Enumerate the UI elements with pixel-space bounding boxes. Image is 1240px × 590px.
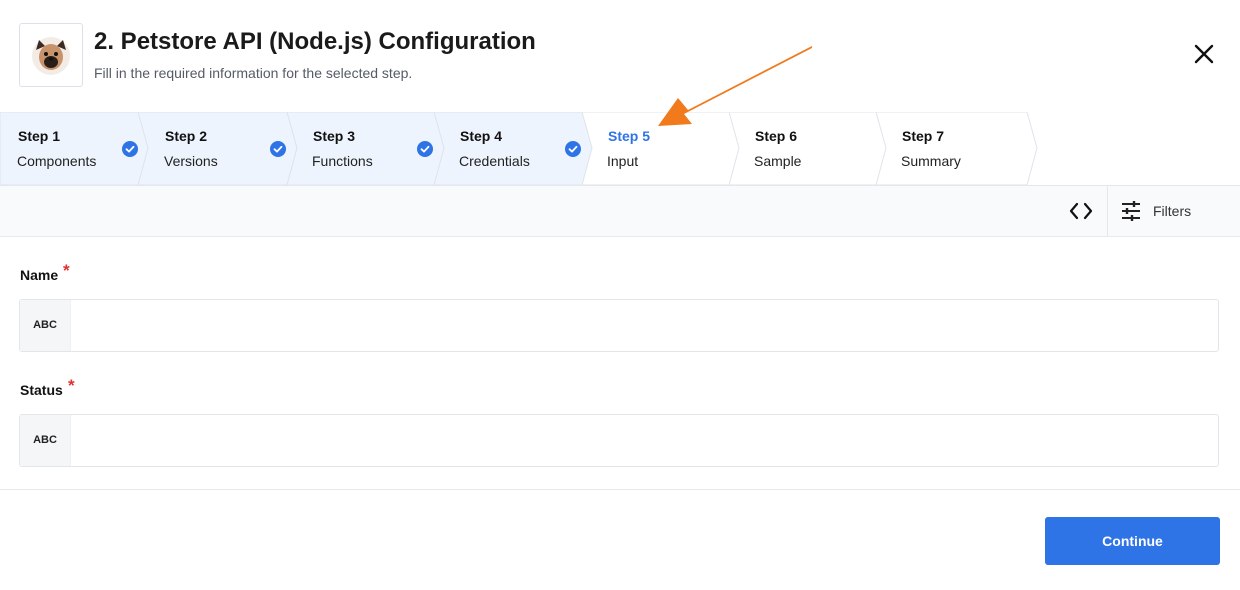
text-type-badge: ABC — [20, 415, 71, 466]
step-3-functions[interactable]: Step 3 Functions — [287, 112, 447, 185]
code-view-button[interactable] — [1056, 186, 1106, 236]
filters-label: Filters — [1153, 203, 1192, 219]
step-label: Input — [607, 153, 639, 169]
required-asterisk: * — [63, 261, 70, 280]
step-chevron-shape — [876, 112, 1038, 185]
form-toolbar: Filters — [0, 186, 1240, 237]
step-label: Credentials — [459, 153, 530, 169]
step-chevron-shape — [582, 112, 742, 185]
step-7-summary[interactable]: Step 7 Summary — [876, 112, 1040, 185]
required-asterisk: * — [68, 376, 75, 395]
component-avatar — [19, 23, 83, 87]
name-field-label: Name — [20, 267, 59, 283]
step-2-versions[interactable]: Step 2 Versions — [138, 112, 298, 185]
step-number: Step 2 — [165, 128, 208, 144]
check-circle-icon — [565, 141, 581, 157]
status-input[interactable] — [71, 415, 1211, 464]
status-field: ABC — [19, 414, 1219, 467]
step-label: Components — [17, 153, 97, 169]
text-type-badge: ABC — [20, 300, 71, 351]
step-number: Step 7 — [902, 128, 945, 144]
step-number: Step 6 — [755, 128, 798, 144]
code-brackets-icon — [1069, 202, 1093, 220]
name-input[interactable] — [71, 300, 1211, 349]
stepper: Step 1 Components Step 2 Versions Step 3… — [0, 112, 1240, 186]
check-circle-icon — [122, 141, 138, 157]
footer-divider — [0, 489, 1240, 490]
step-number: Step 4 — [460, 128, 503, 144]
page-title: 2. Petstore API (Node.js) Configuration — [94, 28, 536, 55]
step-number: Step 3 — [313, 128, 356, 144]
step-chevron-shape — [729, 112, 889, 185]
check-circle-icon — [270, 141, 286, 157]
close-button[interactable] — [1188, 38, 1220, 70]
step-5-input[interactable]: Step 5 Input — [582, 112, 742, 185]
name-field: ABC — [19, 299, 1219, 352]
dog-avatar-icon — [32, 37, 70, 75]
step-number: Step 1 — [18, 128, 61, 144]
step-6-sample[interactable]: Step 6 Sample — [729, 112, 889, 185]
step-label: Versions — [164, 153, 218, 169]
close-icon — [1194, 44, 1214, 64]
check-circle-icon — [417, 141, 433, 157]
sliders-icon — [1122, 201, 1140, 221]
step-4-credentials[interactable]: Step 4 Credentials — [434, 112, 594, 185]
step-label: Functions — [312, 153, 373, 169]
page-subtitle: Fill in the required information for the… — [94, 65, 413, 81]
dialog-header: 2. Petstore API (Node.js) Configuration … — [0, 0, 1240, 113]
status-field-label: Status — [20, 382, 63, 398]
step-label: Summary — [901, 153, 961, 169]
step-1-components[interactable]: Step 1 Components — [0, 112, 150, 185]
step-label: Sample — [754, 153, 802, 169]
filters-button[interactable]: Filters — [1108, 186, 1240, 236]
step-number: Step 5 — [608, 128, 651, 144]
continue-button[interactable]: Continue — [1045, 517, 1220, 565]
